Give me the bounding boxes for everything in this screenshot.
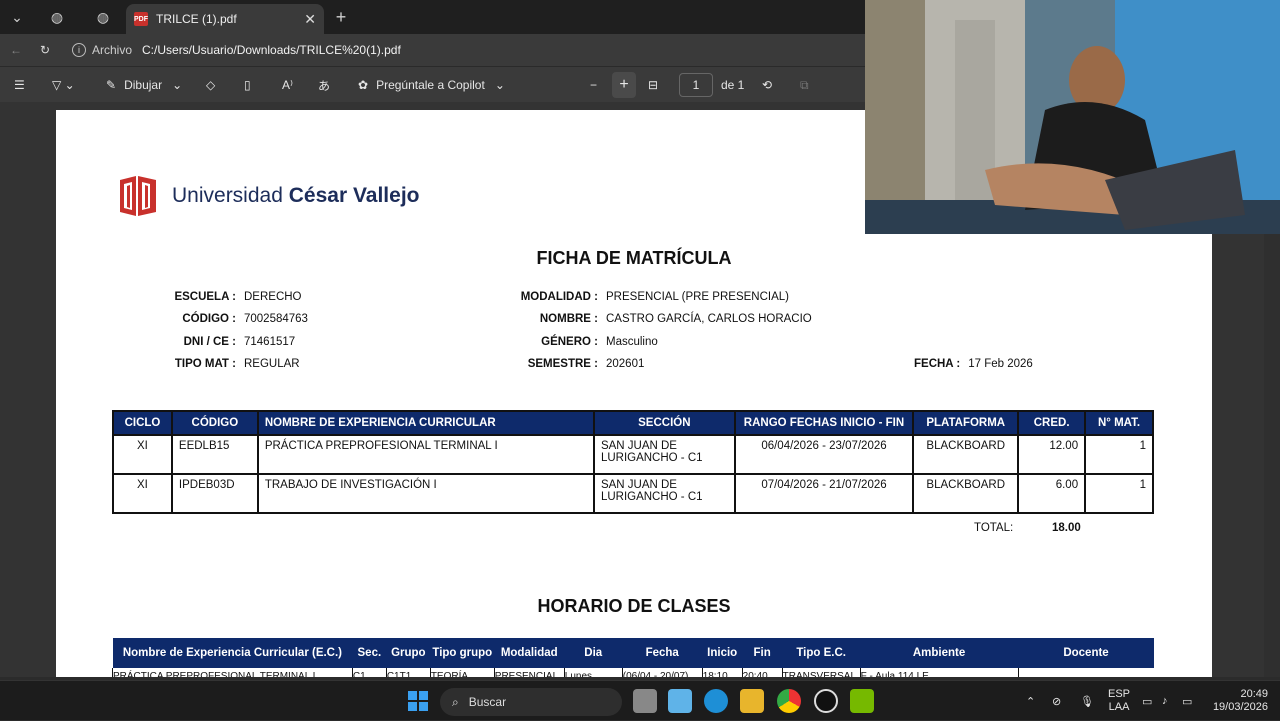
draw-label: Dibujar xyxy=(124,78,163,92)
page-count: de 1 xyxy=(721,78,745,92)
search-icon: ⌕ xyxy=(452,694,459,709)
eraser-icon[interactable]: ◇ xyxy=(206,67,215,103)
read-aloud-icon[interactable]: A⁾ xyxy=(282,67,293,103)
back-arrow-icon[interactable]: ← xyxy=(10,43,22,57)
info-icon: i xyxy=(72,43,86,57)
chevron-down-icon: ⌄ xyxy=(172,78,183,92)
address-url[interactable]: C:/Users/Usuario/Downloads/TRILCE%20(1).… xyxy=(142,43,401,57)
clock-time: 20:49 xyxy=(1240,688,1268,700)
table-row: PRÁCTICA PREPROFESIONAL TERMINAL I C1 C1… xyxy=(112,668,1154,677)
copilot-label: Pregúntale a Copilot xyxy=(376,78,485,92)
page-current[interactable]: 1 xyxy=(679,73,713,97)
field-modalidad: MODALIDAD : PRESENCIAL (PRE PRESENCIAL) xyxy=(520,291,789,303)
translate-icon[interactable]: あ xyxy=(318,67,330,103)
pdf-file-icon: PDF xyxy=(134,12,148,26)
table-header-row: CICLO CÓDIGO NOMBRE DE EXPERIENCIA CURRI… xyxy=(112,410,1154,436)
field-codigo: CÓDIGO :7002584763 xyxy=(182,313,308,325)
fit-page-icon[interactable]: ⊟ xyxy=(648,67,658,103)
field-semestre: SEMESTRE :202601 xyxy=(527,358,645,370)
university-name: Universidad César Vallejo xyxy=(172,184,419,208)
close-tab-icon[interactable]: ✕ xyxy=(304,11,316,28)
pen-icon: ✎ xyxy=(106,78,117,92)
taskbar-search[interactable]: ⌕ Buscar xyxy=(440,688,622,716)
two-page-icon[interactable]: ⧉ xyxy=(800,67,809,103)
total-value: 18.00 xyxy=(1052,522,1081,534)
table-row: XI EEDLB15 PRÁCTICA PREPROFESIONAL TERMI… xyxy=(112,434,1154,475)
task-view-icon[interactable] xyxy=(633,689,657,713)
copilot-icon: ✿ xyxy=(358,78,369,92)
chevron-down-icon: ⌄ xyxy=(494,78,505,92)
university-prefix: Universidad xyxy=(172,184,289,207)
schedule-title: HORARIO DE CLASES xyxy=(537,596,731,616)
col-ciclo: CICLO xyxy=(112,410,173,436)
search-label: Buscar xyxy=(468,695,507,709)
schedule-header-row: Nombre de Experiencia Curricular (E.C.) … xyxy=(112,638,1154,668)
contents-icon[interactable]: ☰ xyxy=(14,67,25,103)
volume-icon[interactable]: ♪ xyxy=(1162,681,1168,721)
tab-active[interactable]: PDF TRILCE (1).pdf ✕ xyxy=(126,4,324,34)
network-off-icon[interactable]: ⊘ xyxy=(1052,681,1061,721)
field-fecha: FECHA :17 Feb 2026 xyxy=(914,358,1033,370)
enrollment-table: CICLO CÓDIGO NOMBRE DE EXPERIENCIA CURRI… xyxy=(112,410,1154,514)
globe-icon[interactable]: ◍ xyxy=(43,3,71,31)
university-logo: Universidad César Vallejo xyxy=(118,174,419,218)
table-row: XI IPDEB03D TRABAJO DE INVESTIGACIÓN I S… xyxy=(112,473,1154,514)
field-nombre: NOMBRE : CASTRO GARCÍA, CARLOS HORACIO xyxy=(539,313,812,325)
page-view-icon[interactable]: ▯ xyxy=(244,67,251,103)
language-indicator[interactable]: ESP LAA xyxy=(1108,681,1130,721)
battery-icon[interactable]: ▭ xyxy=(1182,681,1192,721)
col-cred: CRED. xyxy=(1017,410,1087,436)
draw-button[interactable]: ✎ Dibujar ⌄ xyxy=(106,67,182,103)
microphone-icon[interactable]: 🎙 xyxy=(1080,681,1094,721)
obs-icon[interactable] xyxy=(814,689,838,713)
nvidia-icon[interactable] xyxy=(850,689,874,713)
col-codigo: CÓDIGO xyxy=(170,410,259,436)
copilot-button[interactable]: ✿ Pregúntale a Copilot ⌄ xyxy=(358,67,505,103)
col-plataforma: PLATAFORMA xyxy=(912,410,1020,436)
zoom-out-button[interactable]: − xyxy=(590,67,597,103)
new-tab-button[interactable]: + xyxy=(327,3,355,31)
highlight-icon[interactable]: ▽ ⌄ xyxy=(52,67,75,103)
ucv-shield-icon xyxy=(120,176,156,216)
taskbar: ⌕ Buscar ⌃ ⊘ 🎙 ESP LAA ▭ ♪ ▭ 20:49 19/03… xyxy=(0,680,1280,720)
col-nmat: N° MAT. xyxy=(1084,410,1154,436)
address-label: Archivo xyxy=(92,43,133,57)
notes-app-icon[interactable] xyxy=(668,689,692,713)
col-rango: RANGO FECHAS INICIO - FIN xyxy=(733,410,915,436)
page-number-input[interactable]: 1 xyxy=(679,67,713,103)
col-seccion: SECCIÓN xyxy=(592,410,736,436)
tab-list-chevron-icon[interactable]: ⌄ xyxy=(3,3,31,31)
schedule-table: Nombre de Experiencia Curricular (E.C.) … xyxy=(112,638,1154,677)
field-dni: DNI / CE :71461517 xyxy=(183,336,296,348)
field-tipo-mat: TIPO MAT : REGULAR xyxy=(174,358,300,370)
col-nombre: NOMBRE DE EXPERIENCIA CURRICULAR xyxy=(256,410,595,436)
windows-start-icon[interactable] xyxy=(406,689,430,713)
webcam-video-image xyxy=(865,0,1280,234)
clock[interactable]: 20:49 19/03/2026 xyxy=(1210,681,1268,721)
edge-icon[interactable] xyxy=(704,689,728,713)
webcam-overlay xyxy=(865,0,1280,234)
tab-title: TRILCE (1).pdf xyxy=(156,12,237,26)
reload-icon[interactable]: ↻ xyxy=(40,43,50,57)
total-label: TOTAL: xyxy=(974,522,1014,534)
field-escuela: ESCUELA : DERECHO xyxy=(174,291,302,303)
rotate-icon[interactable]: ⟲ xyxy=(762,67,772,103)
globe-icon[interactable]: ◍ xyxy=(89,3,117,31)
display-icon[interactable]: ▭ xyxy=(1142,681,1152,721)
site-info[interactable]: i Archivo xyxy=(72,43,132,57)
chrome-icon[interactable] xyxy=(777,689,801,713)
zoom-in-button[interactable]: + xyxy=(612,72,636,98)
university-name-bold: César Vallejo xyxy=(288,184,420,207)
file-explorer-icon[interactable] xyxy=(740,689,764,713)
field-genero: GÉNERO : Masculino xyxy=(541,336,658,348)
page-title: FICHA DE MATRÍCULA xyxy=(536,248,732,268)
clock-date: 19/03/2026 xyxy=(1212,701,1268,713)
tray-chevron-icon[interactable]: ⌃ xyxy=(1026,681,1035,721)
